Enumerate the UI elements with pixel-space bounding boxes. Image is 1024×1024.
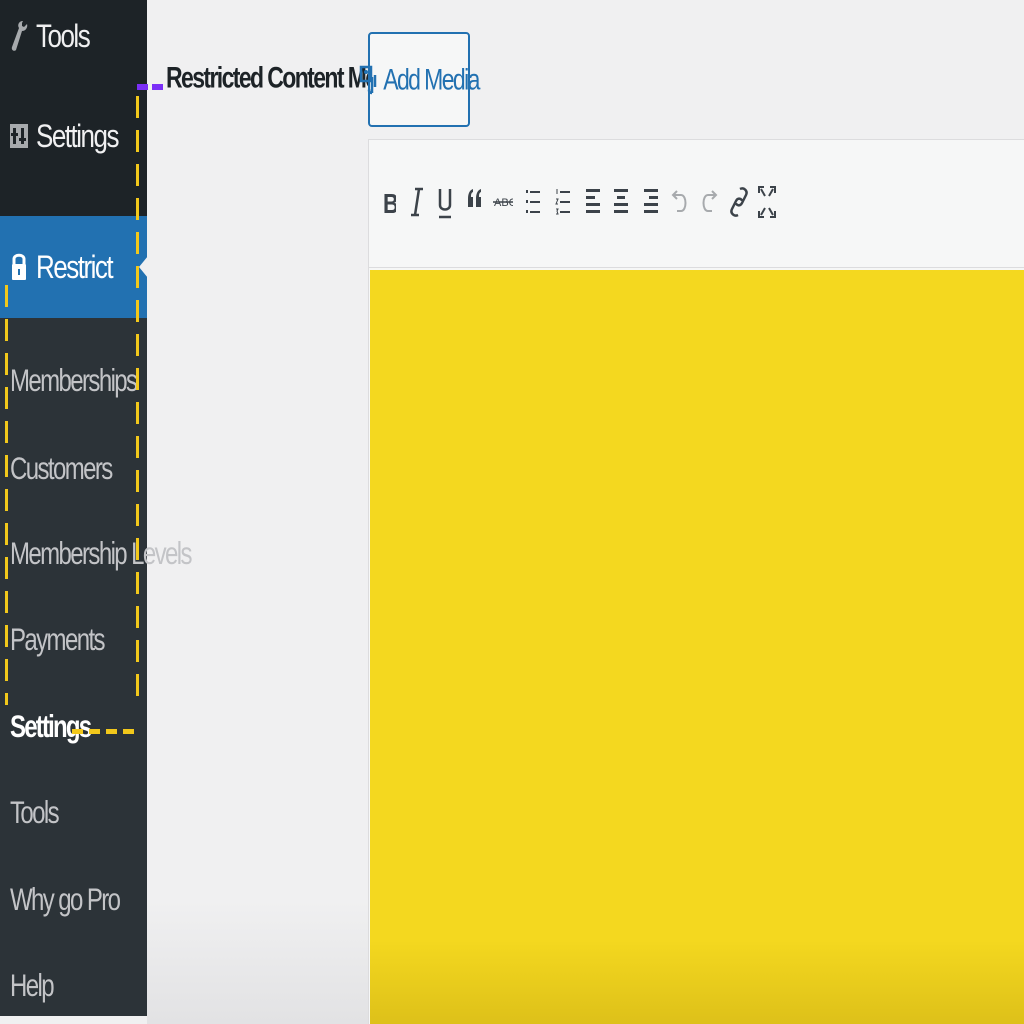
underline-button[interactable] <box>432 176 458 228</box>
bold-button[interactable]: B <box>376 176 402 228</box>
highlight-dash-left <box>5 285 8 705</box>
wrench-icon <box>8 21 30 51</box>
italic-icon <box>411 187 423 217</box>
link-button[interactable] <box>726 176 752 228</box>
submenu-item-payments[interactable]: Payments <box>10 623 106 658</box>
highlight-dash-settings <box>72 729 138 734</box>
redo-button[interactable] <box>696 176 722 228</box>
admin-sidebar: Tools Settings Restrict Memberships Cust… <box>0 0 192 1016</box>
media-icon <box>359 63 379 97</box>
settings-sliders-icon <box>8 122 30 150</box>
undo-icon <box>671 190 687 212</box>
submenu-item-tools[interactable]: Tools <box>10 796 60 831</box>
align-right-button[interactable] <box>638 176 664 228</box>
bullet-list-button[interactable] <box>520 176 546 228</box>
strikethrough-icon: ABC <box>493 197 513 209</box>
align-center-button[interactable] <box>608 176 634 228</box>
lock-icon <box>8 253 30 281</box>
sidebar-item-tools[interactable]: Tools <box>0 14 147 58</box>
numbered-list-icon <box>555 189 570 215</box>
align-left-icon <box>586 189 600 213</box>
submenu-item-customers[interactable]: Customers <box>10 452 113 487</box>
align-left-button[interactable] <box>580 176 606 228</box>
fullscreen-button[interactable] <box>754 176 780 228</box>
numbered-list-button[interactable] <box>550 176 576 228</box>
submenu-item-help[interactable]: Help <box>10 969 55 1004</box>
svg-text:ABC: ABC <box>494 197 513 209</box>
sidebar-item-restrict[interactable]: Restrict <box>0 216 148 318</box>
editor-content-area[interactable] <box>370 270 1024 1024</box>
italic-button[interactable] <box>404 176 430 228</box>
bottom-shadow <box>147 900 369 1024</box>
bullet-list-icon <box>526 190 540 213</box>
align-center-icon <box>614 189 628 213</box>
fullscreen-icon <box>758 186 776 218</box>
submenu-item-memberships[interactable]: Memberships <box>10 364 138 399</box>
submenu-item-why-go-pro[interactable]: Why go Pro <box>10 883 121 918</box>
content-bottom-shade <box>370 940 1024 1024</box>
highlight-dash-right <box>136 96 139 708</box>
undo-button[interactable] <box>667 176 693 228</box>
add-media-button[interactable]: Add Media <box>359 32 480 127</box>
redo-icon <box>702 190 718 212</box>
underline-icon <box>438 189 452 219</box>
bold-icon: B <box>383 189 396 220</box>
submenu-item-membership-levels[interactable]: Membership Levels <box>10 537 192 572</box>
link-icon <box>730 187 748 217</box>
strikethrough-button[interactable]: ABC <box>490 176 516 228</box>
active-menu-pointer <box>139 256 148 278</box>
purple-marker <box>137 84 164 90</box>
blockquote-button[interactable] <box>462 176 488 228</box>
blockquote-icon <box>468 189 481 207</box>
svg-text:B: B <box>383 189 396 220</box>
submenu-item-settings[interactable]: Settings <box>10 710 92 745</box>
sidebar-item-settings[interactable]: Settings <box>0 112 147 160</box>
align-right-icon <box>644 189 658 213</box>
